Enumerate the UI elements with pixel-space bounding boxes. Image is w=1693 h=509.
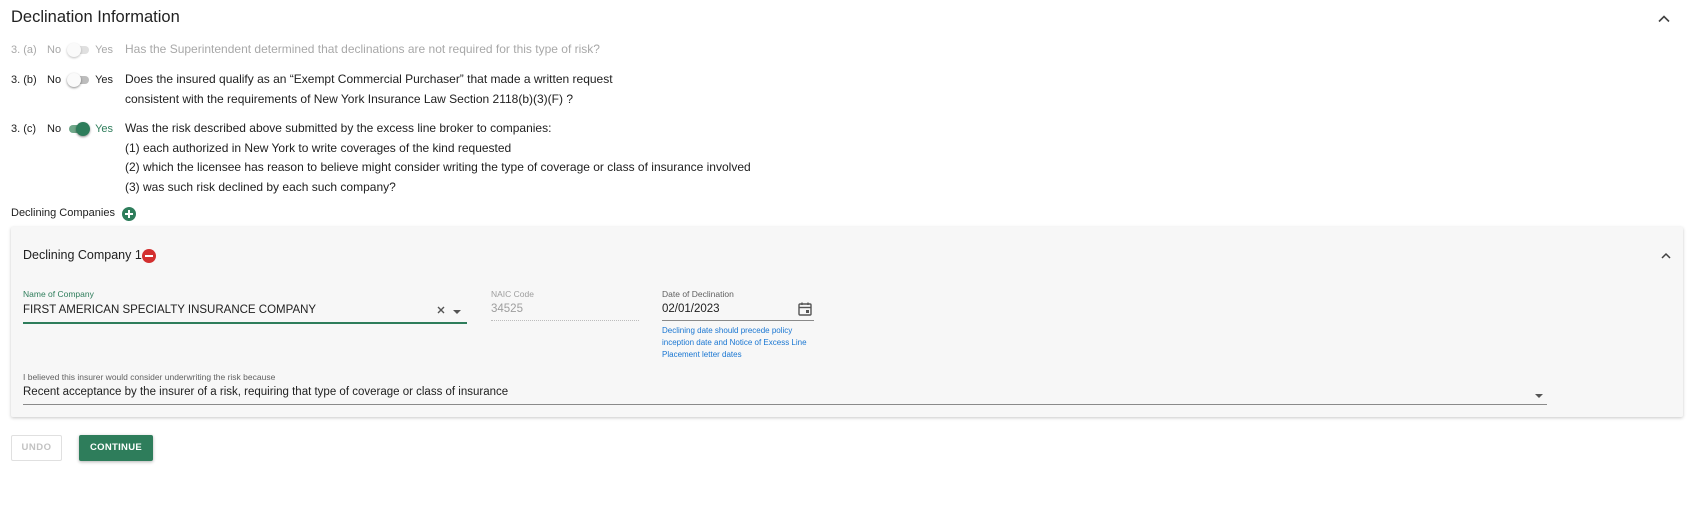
field-underline [662,320,814,321]
yes-no-toggle: No Yes [47,70,125,90]
toggle-yes-label: Yes [95,44,114,56]
question-line: (1) each authorized in New York to write… [125,140,512,155]
naic-code-value: 34525 [491,303,523,315]
company-name-field[interactable]: Name of Company FIRST AMERICAN SPECIALTY… [23,289,467,325]
clear-icon[interactable] [435,303,447,321]
yes-no-toggle: No Yes [47,119,125,139]
question-line: (2) which the licensee has reason to bel… [125,160,751,174]
question-text: Was the risk described above submitted b… [125,119,751,197]
calendar-icon[interactable] [797,301,813,322]
question-line: consistent with the requirements of New … [125,91,573,106]
naic-code-field: NAIC Code 34525 [491,289,639,325]
section-header: Declination Information [11,6,1673,36]
continue-button[interactable]: CONTINUE [79,435,153,461]
minus-circle-icon[interactable] [142,249,156,263]
date-input[interactable]: 02/01/2023 [662,303,720,315]
question-number: 3. (b) [11,74,37,86]
toggle-switch[interactable] [67,119,91,139]
company-name-input[interactable]: FIRST AMERICAN SPECIALTY INSURANCE COMPA… [23,304,316,316]
yes-no-toggle: No Yes [47,40,125,60]
question-3b: 3. (b) No Yes Does the insured qualify a… [11,70,613,109]
toggle-no-label: No [47,44,62,56]
date-label: Date of Declination [662,289,734,299]
declining-companies-label: Declining Companies [11,207,115,219]
question-number: 3. (c) [11,123,37,135]
question-3a: 3. (a) No Yes Has the Superintendent det… [11,40,600,60]
chevron-up-icon[interactable] [1655,10,1673,28]
toggle-yes-label: Yes [95,123,114,135]
dropdown-arrow-icon[interactable] [451,304,463,322]
toggle-switch[interactable] [67,70,90,90]
reason-label: I believed this insurer would consider u… [23,372,276,382]
question-line: Was the risk described above submitted b… [125,121,552,135]
toggle-switch[interactable] [67,40,90,60]
field-underline [23,322,467,324]
question-number: 3. (a) [11,44,37,56]
company-name-label: Name of Company [23,289,94,299]
field-underline [491,320,639,321]
declining-company-card: Declining Company 1 Name of Company FIRS… [11,227,1683,417]
plus-circle-icon[interactable] [122,207,136,221]
reason-select[interactable]: I believed this insurer would consider u… [23,372,1547,408]
reason-value: Recent acceptance by the insurer of a ri… [23,386,509,398]
question-line: (3) was such risk declined by each such … [125,179,396,194]
toggle-no-label: No [47,74,62,86]
question-text: Has the Superintendent determined that d… [125,42,600,56]
toggle-yes-label: Yes [95,74,114,86]
undo-button[interactable]: UNDO [11,435,62,461]
date-of-declination-field[interactable]: Date of Declination 02/01/2023 [662,289,814,325]
company-card-title: Declining Company 1 [23,248,142,262]
question-line: Does the insured qualify as an “Exempt C… [125,72,613,86]
toggle-no-label: No [47,123,62,135]
question-text: Does the insured qualify as an “Exempt C… [125,70,613,109]
chevron-up-icon[interactable] [1657,247,1675,265]
field-underline [23,404,1547,405]
section-title: Declination Information [11,8,180,26]
date-hint: Declining date should precede policy inc… [662,326,807,360]
question-3c: 3. (c) No Yes Was the risk described abo… [11,119,751,197]
naic-code-label: NAIC Code [491,289,534,299]
